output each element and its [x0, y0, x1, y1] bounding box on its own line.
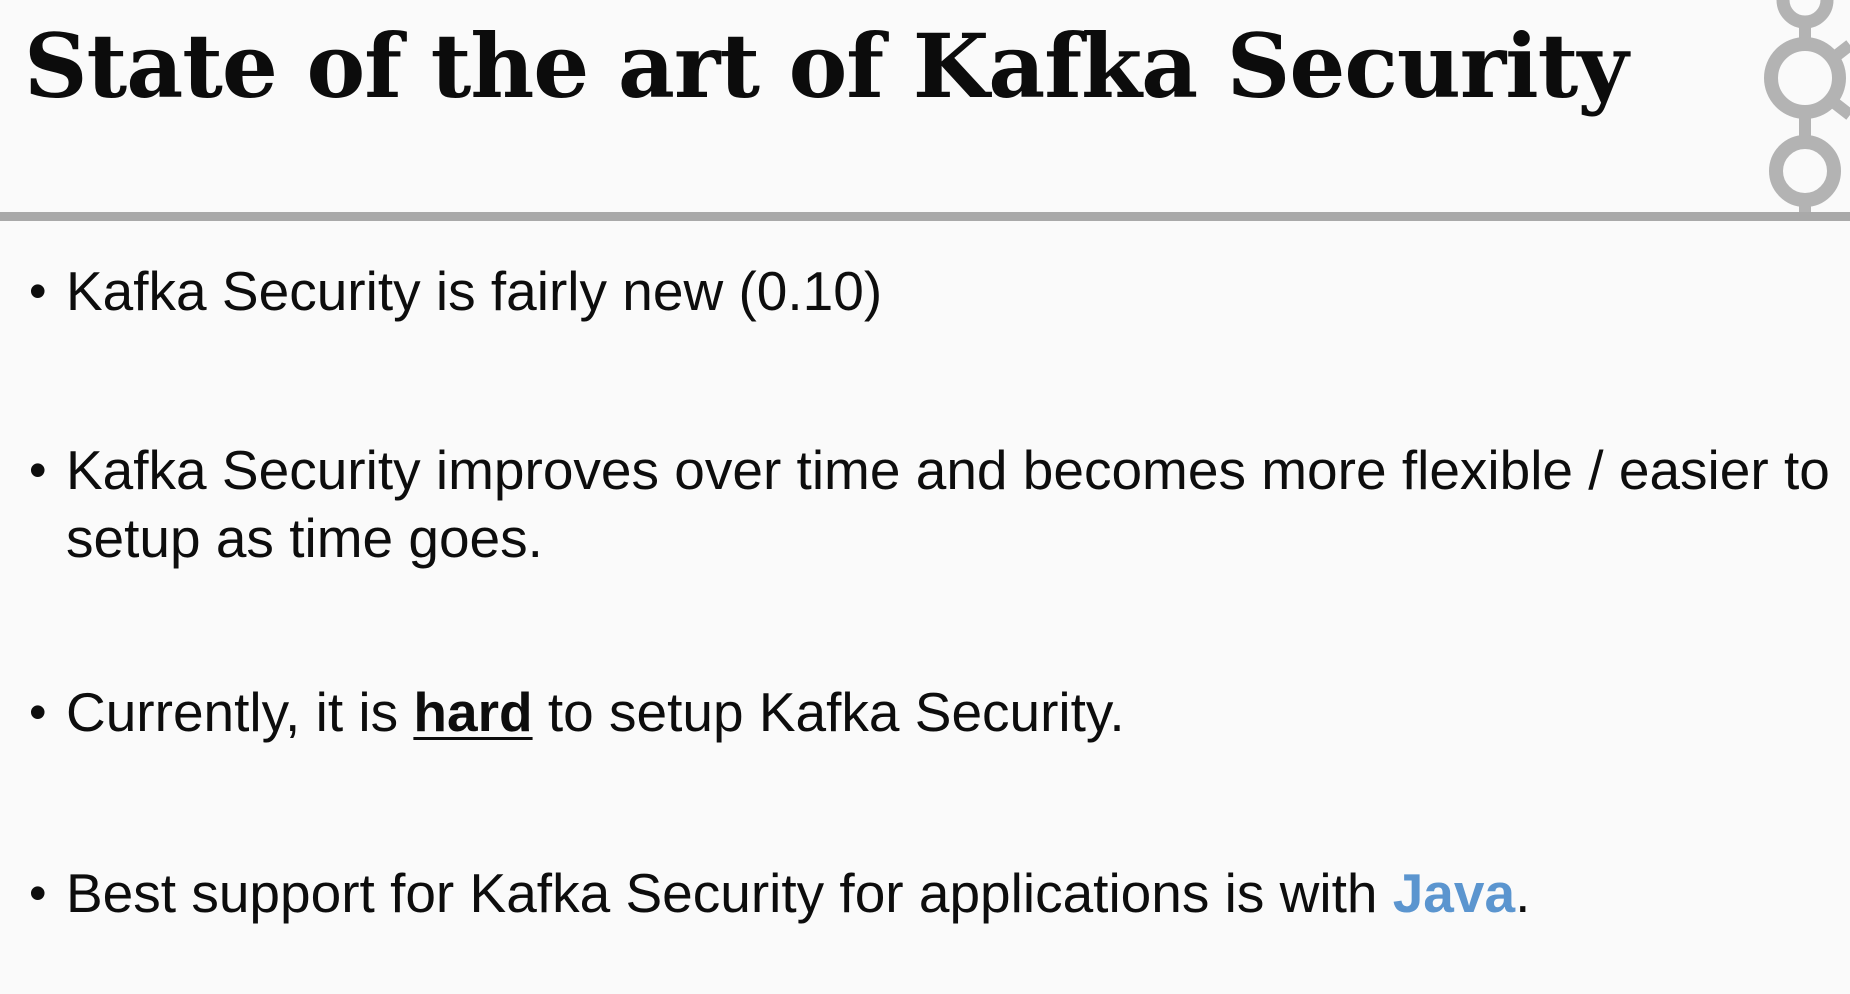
slide: State of the art of Kafka Security • Kaf…: [0, 0, 1850, 994]
bullet-text: Kafka Security improves over time and be…: [66, 439, 1830, 569]
kafka-logo-icon: [1764, 0, 1850, 215]
bullet-text-after: .: [1515, 862, 1531, 924]
bullet-item: • Kafka Security improves over time and …: [29, 436, 1836, 572]
bullet-dot: •: [29, 865, 47, 921]
bullet-item: • Currently, it is hard to setup Kafka S…: [29, 678, 1836, 746]
title-divider: [0, 212, 1850, 221]
bullet-item: • Best support for Kafka Security for ap…: [29, 859, 1836, 927]
bullet-dot: •: [29, 263, 47, 319]
emphasis-java: Java: [1392, 862, 1516, 924]
bullet-dot: •: [29, 442, 47, 498]
bullet-text-after: to setup Kafka Security.: [532, 681, 1125, 743]
bullet-dot: •: [29, 684, 47, 740]
bullet-text-before: Currently, it is: [66, 681, 414, 743]
emphasis-hard: hard: [413, 681, 533, 743]
bullet-text: Kafka Security is fairly new (0.10): [66, 260, 883, 322]
bullet-text-before: Best support for Kafka Security for appl…: [66, 862, 1393, 924]
bullet-item: • Kafka Security is fairly new (0.10): [29, 257, 1836, 325]
slide-title: State of the art of Kafka Security: [24, 14, 1628, 118]
